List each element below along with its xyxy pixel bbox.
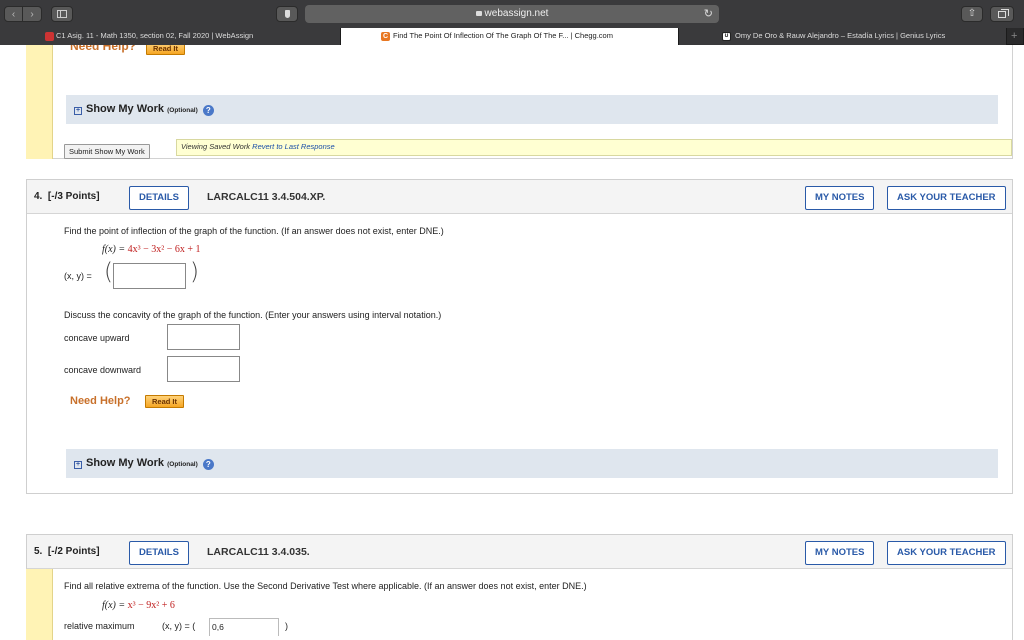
my-notes-button[interactable]: MY NOTES: [805, 541, 875, 565]
question-5-header: 5. [-/2 Points] DETAILS LARCALC11 3.4.03…: [27, 535, 1012, 569]
details-button[interactable]: DETAILS: [129, 541, 189, 565]
question-sidebar-stripe: [26, 45, 53, 159]
privacy-report-button[interactable]: [276, 6, 298, 22]
genius-favicon-icon: ʊ: [722, 32, 731, 41]
close-paren: ): [285, 621, 288, 631]
lock-icon: [475, 11, 482, 16]
read-it-button[interactable]: Read It: [145, 395, 185, 408]
optional-label: (Optional): [167, 461, 198, 468]
help-icon[interactable]: ?: [202, 105, 214, 116]
back-button[interactable]: ‹: [4, 6, 23, 22]
concave-downward-input[interactable]: [167, 356, 240, 382]
inflection-point-input[interactable]: [113, 263, 186, 289]
show-work-label: Show My Work: [86, 103, 165, 115]
question-4-number: 4. [-/3 Points]: [34, 191, 100, 202]
question-sidebar-stripe: [26, 569, 53, 640]
ask-teacher-button[interactable]: ASK YOUR TEACHER: [887, 541, 1006, 565]
viewing-saved-work-text: Viewing Saved Work: [181, 142, 251, 151]
tab-chegg[interactable]: C Find The Point Of Inflection Of The Gr…: [341, 28, 679, 45]
xy-label: (x, y) =: [64, 271, 92, 281]
xy-label: (x, y) = (: [162, 621, 196, 631]
chegg-favicon-icon: C: [381, 32, 390, 41]
share-button[interactable]: ⇧: [961, 6, 983, 22]
show-work-label: Show My Work: [86, 457, 165, 469]
my-notes-button[interactable]: MY NOTES: [805, 186, 875, 210]
read-it-button[interactable]: Read It: [146, 45, 186, 55]
concave-upward-input[interactable]: [167, 324, 240, 350]
new-tab-button[interactable]: +: [1007, 28, 1024, 45]
show-my-work-bar[interactable]: + Show My Work (Optional) ?: [66, 449, 998, 478]
optional-label: (Optional): [167, 107, 198, 114]
relative-maximum-label: relative maximum: [64, 621, 135, 631]
revert-link[interactable]: Revert to Last Response: [252, 142, 335, 151]
page-content: Need Help? Read It + Show My Work (Option…: [0, 45, 1024, 640]
need-help-label: Need Help?: [70, 45, 137, 53]
expand-icon: +: [74, 107, 82, 115]
function-expression: f(x) = 4x³ − 3x² − 6x + 1: [102, 244, 201, 255]
url-text: webassign.net: [484, 8, 549, 19]
show-tabs-button[interactable]: [990, 6, 1014, 22]
expand-icon: +: [74, 461, 82, 469]
concavity-prompt: Discuss the concavity of the graph of th…: [64, 310, 442, 320]
nav-buttons: ‹ ›: [4, 6, 42, 22]
browser-toolbar: ‹ › webassign.net ↻ ⇧: [0, 0, 1024, 28]
address-bar[interactable]: webassign.net ↻: [305, 5, 719, 23]
tab-title: Find The Point Of Inflection Of The Grap…: [393, 31, 613, 40]
question-code: LARCALC11 3.4.035.: [207, 546, 310, 558]
tab-webassign[interactable]: C1 Asig. 11 - Math 1350, section 02, Fal…: [0, 28, 341, 45]
ask-teacher-button[interactable]: ASK YOUR TEACHER: [887, 186, 1006, 210]
tab-strip: C1 Asig. 11 - Math 1350, section 02, Fal…: [0, 28, 1024, 45]
forward-button[interactable]: ›: [23, 6, 42, 22]
show-my-work-bar[interactable]: + Show My Work (Optional) ?: [66, 95, 998, 124]
open-paren: (: [104, 259, 113, 285]
concave-upward-label: concave upward: [64, 333, 130, 343]
tab-genius[interactable]: ʊ Omy De Oro & Rauw Alejandro – Estadía …: [679, 28, 1007, 45]
question-5-prompt: Find all relative extrema of the functio…: [64, 581, 587, 591]
question-5-number: 5. [-/2 Points]: [34, 546, 100, 557]
shield-icon: [285, 10, 290, 18]
webassign-favicon-icon: [45, 32, 54, 41]
reload-icon[interactable]: ↻: [704, 5, 713, 23]
close-paren: ): [190, 259, 199, 285]
function-expression: f(x) = x³ − 9x² + 6: [102, 600, 175, 611]
submit-show-work-button[interactable]: Submit Show My Work: [64, 144, 150, 159]
saved-work-notice: Viewing Saved Work Revert to Last Respon…: [176, 139, 1012, 156]
tabs-icon: [998, 9, 1009, 18]
help-icon[interactable]: ?: [202, 459, 214, 470]
question-4-prompt: Find the point of inflection of the grap…: [64, 226, 444, 236]
need-help-label: Need Help?: [70, 395, 131, 407]
tab-title: C1 Asig. 11 - Math 1350, section 02, Fal…: [56, 31, 254, 40]
share-icon: ⇧: [967, 8, 977, 19]
tab-title: Omy De Oro & Rauw Alejandro – Estadía Ly…: [735, 31, 946, 40]
sidebar-toggle-button[interactable]: [51, 6, 73, 22]
question-code: LARCALC11 3.4.504.XP.: [207, 191, 326, 203]
question-4-header: 4. [-/3 Points] DETAILS LARCALC11 3.4.50…: [27, 180, 1012, 214]
concave-downward-label: concave downward: [64, 365, 142, 375]
details-button[interactable]: DETAILS: [129, 186, 189, 210]
relative-maximum-input[interactable]: 0,6: [209, 618, 279, 636]
sidebar-icon: [57, 10, 67, 18]
